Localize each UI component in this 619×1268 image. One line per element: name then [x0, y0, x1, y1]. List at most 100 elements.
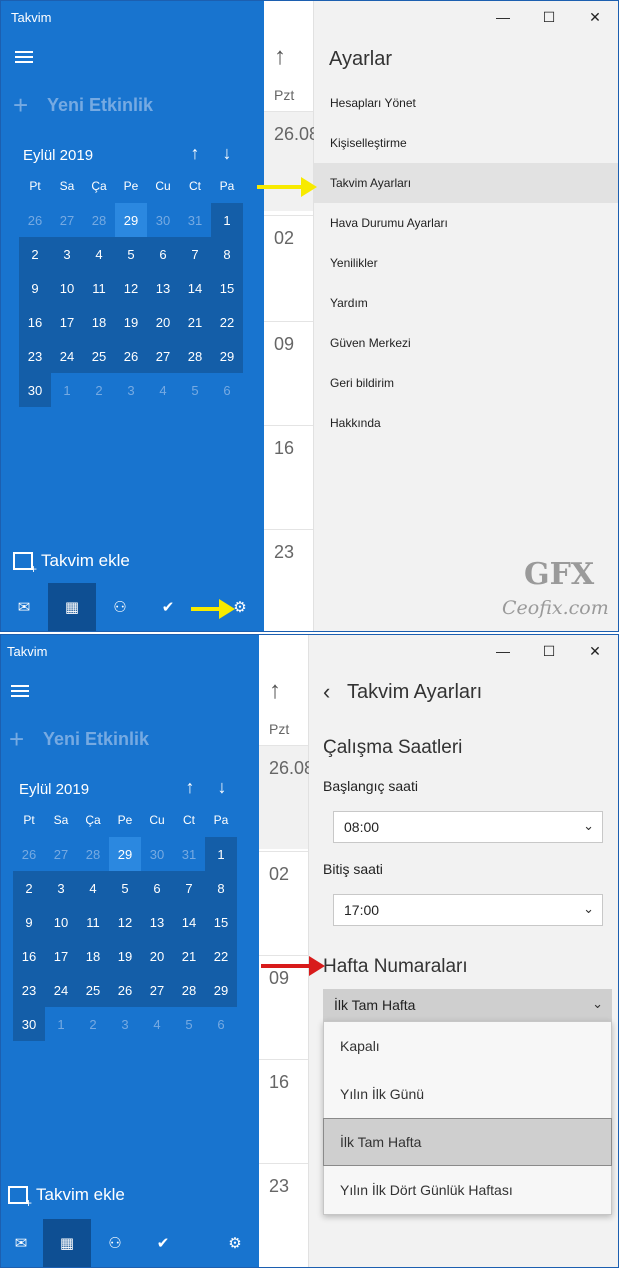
- menu-item-weather-settings[interactable]: Hava Durumu Ayarları: [314, 203, 618, 243]
- calendar-day[interactable]: 7: [179, 237, 211, 271]
- calendar-day[interactable]: 1: [211, 203, 243, 237]
- new-event-button[interactable]: + Yeni Etkinlik: [9, 726, 149, 752]
- calendar-day[interactable]: 10: [45, 905, 77, 939]
- calendar-day[interactable]: 17: [45, 939, 77, 973]
- calendar-day[interactable]: 2: [83, 373, 115, 407]
- mail-icon[interactable]: ✉: [1, 583, 47, 631]
- calendar-day[interactable]: 15: [205, 905, 237, 939]
- calendar-day[interactable]: 4: [77, 871, 109, 905]
- calendar-day[interactable]: 6: [211, 373, 243, 407]
- maximize-icon[interactable]: ☐: [526, 635, 572, 667]
- calendar-day[interactable]: 9: [19, 271, 51, 305]
- todo-icon[interactable]: ✔: [145, 583, 191, 631]
- calendar-day[interactable]: 13: [141, 905, 173, 939]
- calendar-day[interactable]: 28: [179, 339, 211, 373]
- calendar-day[interactable]: 30: [141, 837, 173, 871]
- week-row[interactable]: 23: [259, 1163, 308, 1267]
- calendar-day[interactable]: 2: [19, 237, 51, 271]
- close-icon[interactable]: ✕: [572, 635, 618, 667]
- calendar-day[interactable]: 29: [115, 203, 147, 237]
- week-row[interactable]: 16: [259, 1059, 308, 1163]
- calendar-icon[interactable]: ▦: [48, 583, 96, 631]
- week-row[interactable]: 02: [259, 851, 308, 955]
- calendar-day[interactable]: 26: [115, 339, 147, 373]
- calendar-day[interactable]: 27: [51, 203, 83, 237]
- week-row[interactable]: 09: [264, 321, 313, 425]
- calendar-day[interactable]: 11: [83, 271, 115, 305]
- calendar-day[interactable]: 25: [83, 339, 115, 373]
- calendar-day[interactable]: 23: [19, 339, 51, 373]
- calendar-day[interactable]: 5: [115, 237, 147, 271]
- calendar-day[interactable]: 7: [173, 871, 205, 905]
- dropdown-option-first-day[interactable]: Yılın İlk Günü: [324, 1070, 611, 1118]
- calendar-day[interactable]: 19: [109, 939, 141, 973]
- arrow-up-icon[interactable]: ↑: [185, 143, 205, 164]
- week-row[interactable]: 16: [264, 425, 313, 529]
- calendar-day[interactable]: 3: [115, 373, 147, 407]
- calendar-day[interactable]: 1: [205, 837, 237, 871]
- menu-item-feedback[interactable]: Geri bildirim: [314, 363, 618, 403]
- settings-icon[interactable]: ⚙: [213, 1219, 257, 1267]
- calendar-day[interactable]: 29: [205, 973, 237, 1007]
- calendar-day[interactable]: 4: [141, 1007, 173, 1041]
- end-time-select[interactable]: 17:00 ⌄: [333, 894, 603, 926]
- menu-item-accounts[interactable]: Hesapları Yönet: [314, 83, 618, 123]
- hamburger-menu-icon[interactable]: [15, 51, 33, 65]
- close-icon[interactable]: ✕: [572, 1, 618, 33]
- arrow-up-icon[interactable]: ↑: [274, 43, 286, 71]
- calendar-day[interactable]: 28: [83, 203, 115, 237]
- calendar-day[interactable]: 29: [109, 837, 141, 871]
- add-calendar-button[interactable]: Takvim ekle: [8, 1185, 125, 1210]
- minimize-icon[interactable]: —: [480, 1, 526, 33]
- calendar-day[interactable]: 19: [115, 305, 147, 339]
- minimize-icon[interactable]: —: [480, 635, 526, 667]
- calendar-icon[interactable]: ▦: [43, 1219, 91, 1267]
- people-icon[interactable]: ⚇: [93, 1219, 137, 1267]
- calendar-day[interactable]: 12: [115, 271, 147, 305]
- calendar-day[interactable]: 2: [77, 1007, 109, 1041]
- menu-item-help[interactable]: Yardım: [314, 283, 618, 323]
- dropdown-option-first-four-day-week[interactable]: Yılın İlk Dört Günlük Haftası: [324, 1166, 611, 1214]
- arrow-up-icon[interactable]: ↑: [180, 777, 200, 798]
- calendar-day[interactable]: 17: [51, 305, 83, 339]
- calendar-day[interactable]: 4: [147, 373, 179, 407]
- menu-item-about[interactable]: Hakkında: [314, 403, 618, 443]
- week-row[interactable]: 26.08: [259, 745, 314, 849]
- calendar-day[interactable]: 3: [51, 237, 83, 271]
- calendar-day[interactable]: 2: [13, 871, 45, 905]
- calendar-day[interactable]: 8: [205, 871, 237, 905]
- calendar-day[interactable]: 10: [51, 271, 83, 305]
- calendar-day[interactable]: 14: [179, 271, 211, 305]
- calendar-day[interactable]: 13: [147, 271, 179, 305]
- calendar-day[interactable]: 25: [77, 973, 109, 1007]
- calendar-day[interactable]: 30: [147, 203, 179, 237]
- calendar-day[interactable]: 5: [179, 373, 211, 407]
- calendar-day[interactable]: 5: [173, 1007, 205, 1041]
- calendar-day[interactable]: 22: [205, 939, 237, 973]
- calendar-day[interactable]: 24: [45, 973, 77, 1007]
- menu-item-trust-center[interactable]: Güven Merkezi: [314, 323, 618, 363]
- calendar-day[interactable]: 3: [109, 1007, 141, 1041]
- menu-item-personalization[interactable]: Kişiselleştirme: [314, 123, 618, 163]
- calendar-day[interactable]: 11: [77, 905, 109, 939]
- calendar-day[interactable]: 26: [109, 973, 141, 1007]
- calendar-day[interactable]: 30: [19, 373, 51, 407]
- calendar-day[interactable]: 27: [45, 837, 77, 871]
- maximize-icon[interactable]: ☐: [526, 1, 572, 33]
- mail-icon[interactable]: ✉: [1, 1219, 41, 1267]
- todo-icon[interactable]: ✔: [141, 1219, 185, 1267]
- dropdown-option-off[interactable]: Kapalı: [324, 1022, 611, 1070]
- calendar-day[interactable]: 20: [147, 305, 179, 339]
- calendar-day[interactable]: 8: [211, 237, 243, 271]
- calendar-day[interactable]: 15: [211, 271, 243, 305]
- calendar-day[interactable]: 4: [83, 237, 115, 271]
- week-row[interactable]: 02: [264, 215, 313, 319]
- calendar-day[interactable]: 12: [109, 905, 141, 939]
- calendar-day[interactable]: 18: [77, 939, 109, 973]
- calendar-day[interactable]: 9: [13, 905, 45, 939]
- calendar-day[interactable]: 16: [19, 305, 51, 339]
- menu-item-calendar-settings[interactable]: Takvim Ayarları: [314, 163, 618, 203]
- week-row[interactable]: 09: [259, 955, 308, 1059]
- calendar-day[interactable]: 1: [51, 373, 83, 407]
- add-calendar-button[interactable]: Takvim ekle: [13, 551, 130, 576]
